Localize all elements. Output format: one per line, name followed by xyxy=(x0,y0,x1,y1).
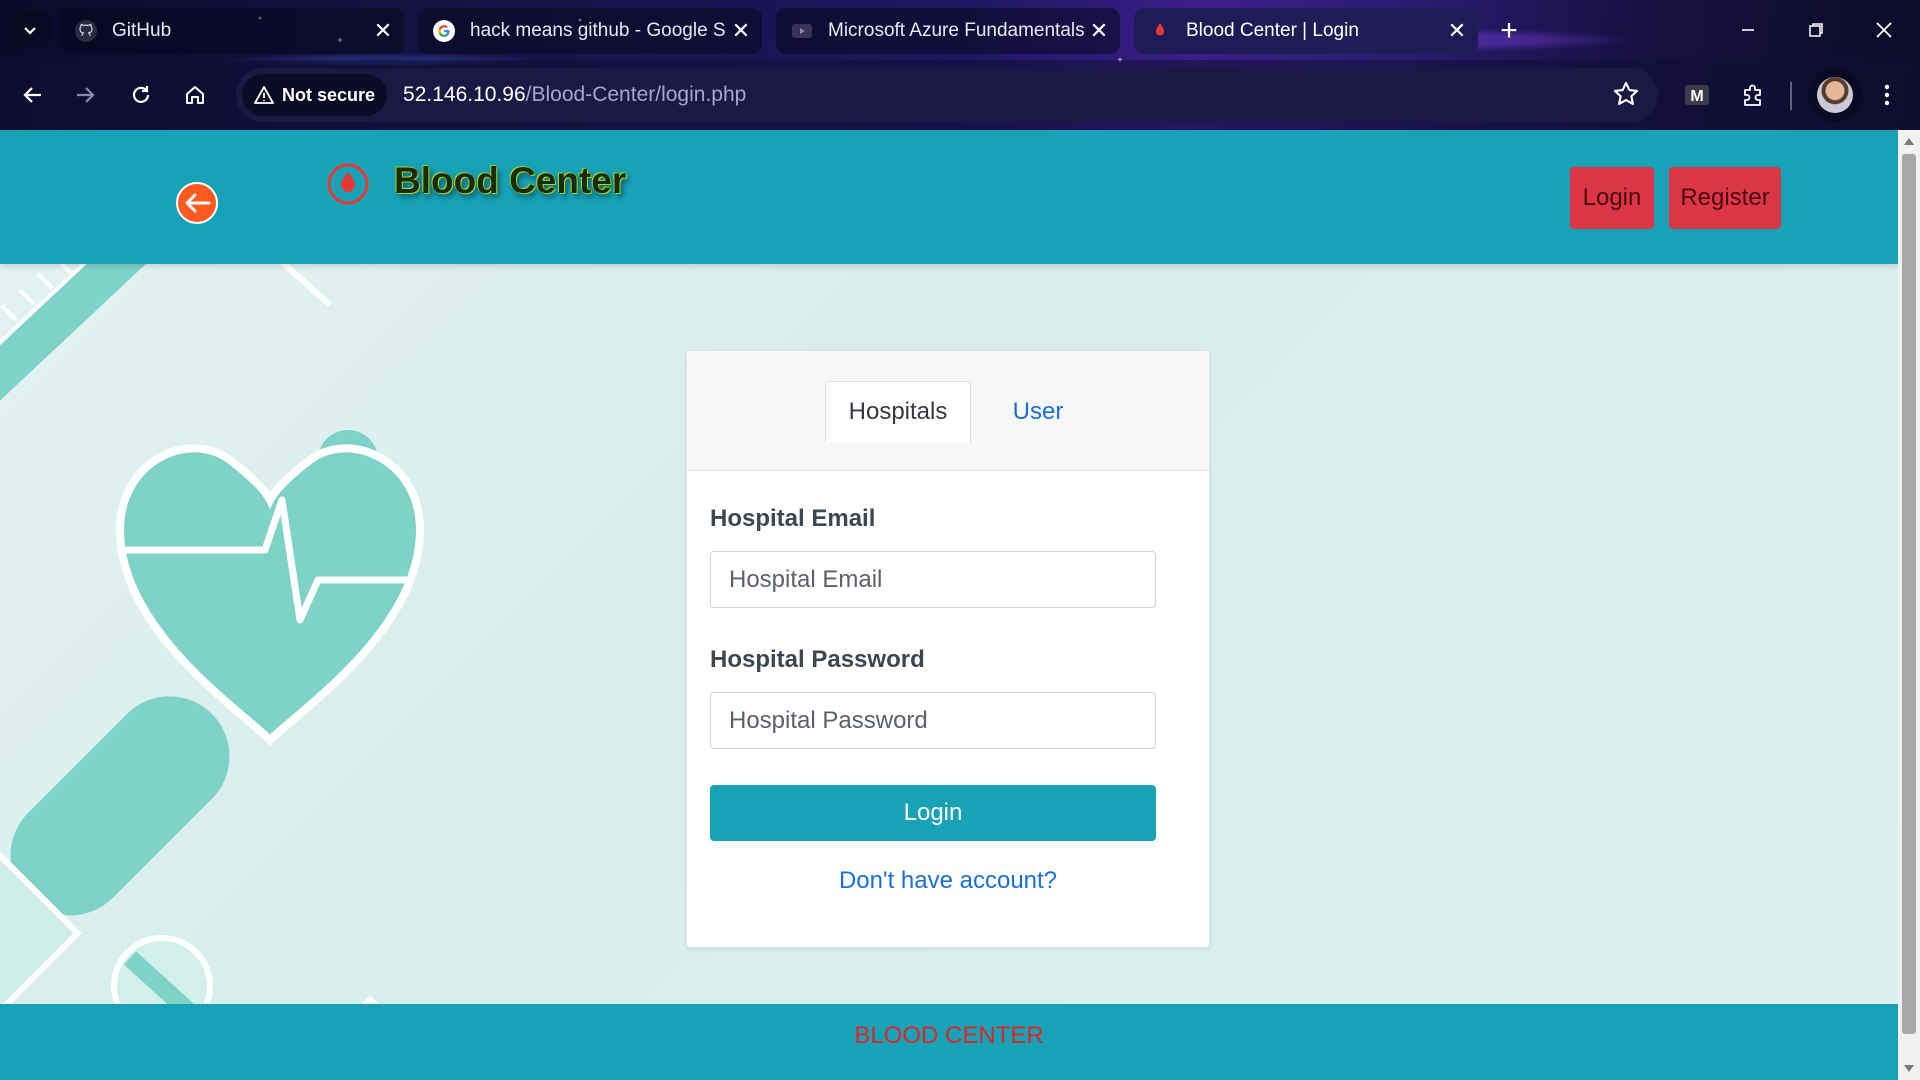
close-icon xyxy=(1876,22,1892,38)
hospital-password-input[interactable] xyxy=(710,692,1156,749)
forward-button[interactable] xyxy=(64,74,106,116)
header-login-button[interactable]: Login xyxy=(1570,167,1654,229)
profile-button[interactable] xyxy=(1808,68,1862,122)
extensions-button[interactable] xyxy=(1730,72,1776,118)
toolbar-divider xyxy=(1790,82,1792,110)
close-icon[interactable]: ✕ xyxy=(1084,16,1114,46)
syringe-illustration xyxy=(0,260,333,401)
header-register-button[interactable]: Register xyxy=(1669,167,1781,229)
tab-blood-center-login[interactable]: Blood Center | Login ✕ xyxy=(1134,8,1478,54)
tab-title: Blood Center | Login xyxy=(1186,20,1359,41)
home-button[interactable] xyxy=(174,74,216,116)
github-icon xyxy=(74,19,98,43)
puzzle-icon xyxy=(1744,84,1761,106)
tab-search-button[interactable] xyxy=(10,12,50,48)
tab-strip: GitHub ✕ hack means github - Google S ✕ … xyxy=(0,0,1920,60)
reload-icon xyxy=(132,86,150,103)
close-icon[interactable]: ✕ xyxy=(368,16,398,46)
tab-title: GitHub xyxy=(112,20,172,41)
minimize-icon xyxy=(1742,29,1754,31)
footer-text: BLOOD CENTER xyxy=(854,1022,1044,1049)
register-link[interactable]: Don't have account? xyxy=(687,867,1209,895)
hospital-email-input[interactable] xyxy=(710,551,1156,608)
home-icon xyxy=(186,86,204,104)
hospital-email-label: Hospital Email xyxy=(710,505,876,532)
page-viewport: Blood Center Login Register Hospitals Us… xyxy=(0,130,1898,1080)
extension-letter: M xyxy=(1690,88,1703,105)
tab-title: Microsoft Azure Fundamentals xyxy=(828,20,1084,41)
close-icon[interactable]: ✕ xyxy=(1442,16,1472,46)
extension-m-button[interactable]: M xyxy=(1674,72,1720,118)
back-button[interactable] xyxy=(12,74,54,116)
blood-drop-icon xyxy=(1148,19,1172,43)
url-path: /Blood-Center/login.php xyxy=(525,83,747,106)
address-bar[interactable]: Not secure 52.146.10.96/Blood-Center/log… xyxy=(236,68,1658,122)
close-icon[interactable]: ✕ xyxy=(726,16,756,46)
arrow-left-icon xyxy=(23,87,41,103)
avatar xyxy=(1817,77,1853,113)
reload-button[interactable] xyxy=(120,74,162,116)
arrow-right-icon xyxy=(77,87,95,103)
url-text[interactable]: 52.146.10.96/Blood-Center/login.php xyxy=(403,83,746,107)
login-tabs: Hospitals User xyxy=(687,351,1209,471)
site-header: Blood Center Login Register xyxy=(0,130,1898,264)
scroll-thumb[interactable] xyxy=(1902,154,1916,1034)
site-footer: BLOOD CENTER xyxy=(0,1004,1898,1080)
scroll-down-arrow-icon[interactable] xyxy=(1904,1065,1914,1072)
browser-chrome: GitHub ✕ hack means github - Google S ✕ … xyxy=(0,0,1920,130)
heart-pulse-illustration xyxy=(115,444,425,746)
chevron-down-icon xyxy=(24,27,36,35)
tab-google-search[interactable]: hack means github - Google S ✕ xyxy=(418,8,762,54)
page-scrollbar[interactable] xyxy=(1898,130,1920,1080)
tab-github[interactable]: GitHub ✕ xyxy=(60,8,404,54)
tab-azure-fundamentals[interactable]: Microsoft Azure Fundamentals ✕ xyxy=(776,8,1120,54)
kebab-menu-icon xyxy=(1884,84,1890,106)
security-indicator[interactable]: Not secure xyxy=(242,74,388,116)
brand-name[interactable]: Blood Center xyxy=(394,160,626,202)
tab-user[interactable]: User xyxy=(983,381,1093,443)
url-host: 52.146.10.96 xyxy=(403,83,526,106)
restore-icon xyxy=(1809,23,1823,37)
login-submit-button[interactable]: Login xyxy=(710,785,1156,841)
restore-button[interactable] xyxy=(1786,10,1846,50)
back-link[interactable] xyxy=(176,182,218,224)
blood-drop-logo-icon xyxy=(327,163,369,205)
extension-m-icon: M xyxy=(1685,85,1709,105)
arrow-left-icon xyxy=(185,193,211,213)
browser-menu-button[interactable] xyxy=(1864,72,1910,118)
scroll-up-arrow-icon[interactable] xyxy=(1904,138,1914,145)
tab-hospitals[interactable]: Hospitals xyxy=(825,381,971,443)
security-label: Not secure xyxy=(282,84,376,105)
close-window-button[interactable] xyxy=(1854,10,1914,50)
minimize-button[interactable] xyxy=(1718,10,1778,50)
browser-toolbar: Not secure 52.146.10.96/Blood-Center/log… xyxy=(0,60,1920,130)
login-card: Hospitals User Hospital Email Hospital P… xyxy=(686,350,1210,948)
hospital-password-label: Hospital Password xyxy=(710,646,925,673)
bookmark-star-icon[interactable] xyxy=(1612,80,1640,113)
video-play-icon xyxy=(790,19,814,43)
google-icon xyxy=(432,19,456,43)
medical-background-art xyxy=(0,260,465,1080)
tab-title: hack means github - Google S xyxy=(470,20,726,41)
new-tab-button[interactable]: + xyxy=(1488,12,1530,50)
warning-triangle-icon xyxy=(254,86,274,104)
